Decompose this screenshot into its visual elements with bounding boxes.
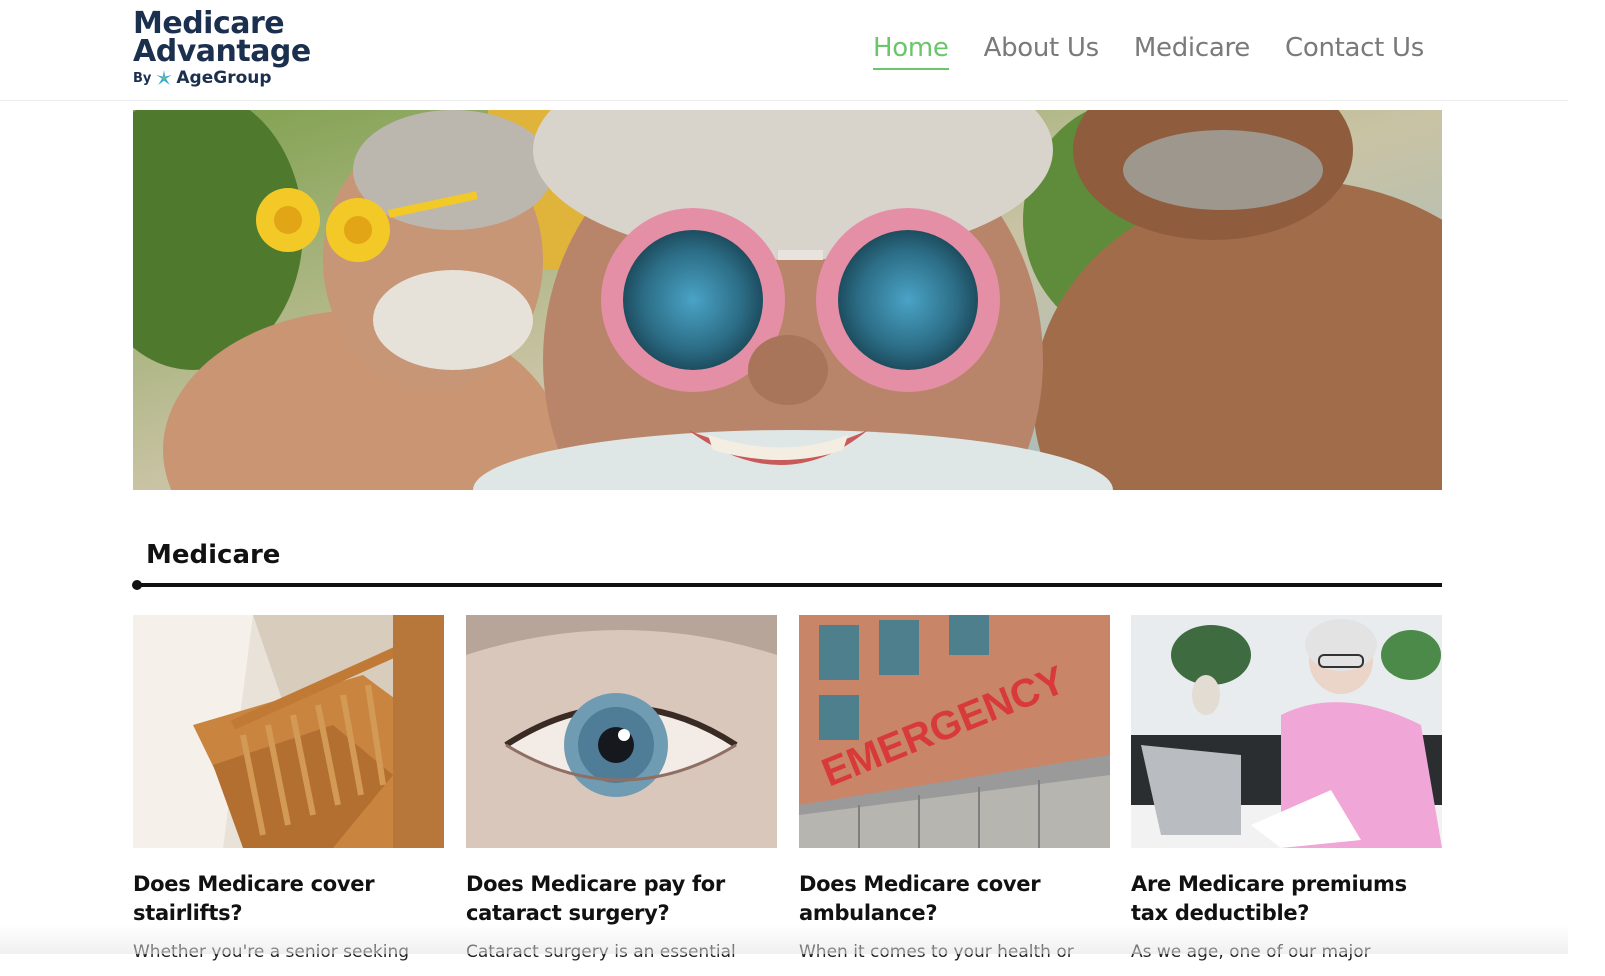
- card-excerpt: Cataract surgery is an essential: [466, 942, 736, 962]
- site-logo[interactable]: Medicare Advantage By AgeGroup: [133, 9, 333, 90]
- nav-medicare[interactable]: Medicare: [1134, 28, 1250, 70]
- card-title[interactable]: Does Medicare cover ambulance?: [799, 870, 1110, 928]
- logo-by: By: [133, 70, 152, 86]
- card-title[interactable]: Does Medicare pay for cataract surgery?: [466, 870, 777, 928]
- nav-home[interactable]: Home: [872, 28, 949, 70]
- article-card[interactable]: Does Medicare cover stairlifts? Whether …: [133, 615, 444, 964]
- card-image-eye[interactable]: [466, 615, 777, 848]
- card-image-emergency[interactable]: EMERGENCY: [799, 615, 1110, 848]
- main-nav: Home About Us Medicare Contact Us: [872, 28, 1424, 70]
- logo-agegroup: AgeGroup: [176, 68, 272, 88]
- article-card[interactable]: EMERGENCY Does Medicare cover ambulance?…: [799, 615, 1110, 964]
- logo-line-advantage: Advantage: [133, 34, 311, 69]
- card-excerpt: Whether you're a senior seeking: [133, 942, 410, 962]
- card-excerpt: As we age, one of our major: [1131, 942, 1371, 962]
- card-title[interactable]: Are Medicare premiums tax deductible?: [1131, 870, 1442, 928]
- agegroup-star-icon: [155, 69, 173, 87]
- article-card[interactable]: Are Medicare premiums tax deductible? As…: [1131, 615, 1442, 964]
- section-divider: [137, 583, 1442, 587]
- nav-contact-us[interactable]: Contact Us: [1285, 28, 1424, 70]
- site-header: Medicare Advantage By AgeGroup Home Abou…: [0, 0, 1568, 101]
- article-card[interactable]: Does Medicare pay for cataract surgery? …: [466, 615, 777, 964]
- nav-about-us[interactable]: About Us: [984, 28, 1100, 70]
- card-image-stairs[interactable]: [133, 615, 444, 848]
- hero-image: [133, 110, 1442, 490]
- card-image-woman-laptop[interactable]: [1131, 615, 1442, 848]
- section-title: Medicare: [146, 540, 281, 570]
- card-excerpt: When it comes to your health or: [799, 942, 1074, 962]
- logo-byline: By AgeGroup: [133, 68, 333, 88]
- card-title[interactable]: Does Medicare cover stairlifts?: [133, 870, 444, 928]
